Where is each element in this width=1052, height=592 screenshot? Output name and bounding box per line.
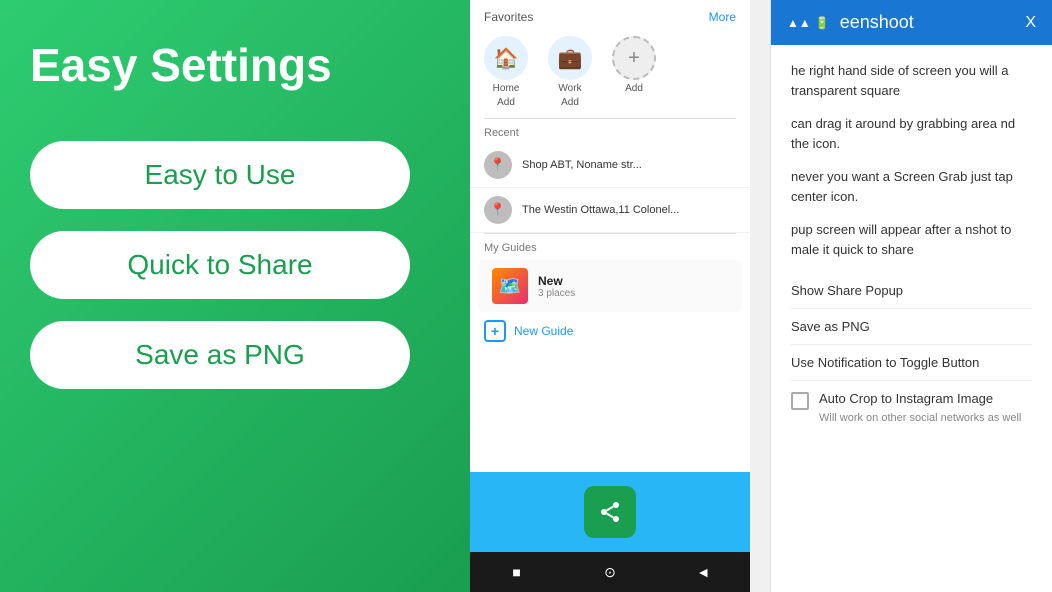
fav-home[interactable]: 🏠 Home Add [484, 36, 528, 108]
desc-3: never you want a Screen Grab just tap ce… [791, 167, 1032, 206]
phone-screen: Favorites More 🏠 Home Add 💼 Work Add + A… [470, 0, 750, 592]
right-title: eenshoot [840, 12, 1016, 33]
option-label-3: Use Notification to Toggle Button [791, 355, 979, 370]
desc-4: pup screen will appear after a nshot to … [791, 220, 1032, 259]
guide-name: New [538, 274, 575, 288]
desc-2: can drag it around by grabbing area nd t… [791, 114, 1032, 153]
nav-square-button[interactable]: ■ [502, 557, 532, 587]
recent-text-1: Shop ABT, Noname str... [522, 159, 642, 171]
right-header: ▲▲ 🔋 eenshoot X [771, 0, 1052, 45]
right-content: he right hand side of screen you will a … [771, 45, 1052, 592]
desc-1: he right hand side of screen you will a … [791, 61, 1032, 100]
recent-item-2[interactable]: 📍 The Westin Ottawa,11 Colonel... [470, 188, 750, 233]
phone-device: Favorites More 🏠 Home Add 💼 Work Add + A… [470, 0, 750, 592]
close-button[interactable]: X [1025, 14, 1036, 32]
option-label-1: Show Share Popup [791, 283, 903, 298]
save-as-png-button[interactable]: Save as PNG [30, 321, 410, 389]
guide-places: 3 places [538, 288, 575, 299]
option-row-2[interactable]: Save as PNG [791, 309, 1032, 345]
home-icon: 🏠 [484, 36, 528, 80]
add-label: Add [625, 83, 643, 94]
new-guide-label: New Guide [514, 324, 573, 338]
checkbox-box[interactable] [791, 392, 809, 410]
nav-back-button[interactable]: ◄ [688, 557, 718, 587]
work-sub: Add [561, 97, 579, 108]
checkbox-label: Auto Crop to Instagram Image [819, 391, 993, 406]
add-icon: + [612, 36, 656, 80]
share-bar [470, 472, 750, 552]
work-icon: 💼 [548, 36, 592, 80]
phone-nav-bar: ■ ⊙ ◄ [470, 552, 750, 592]
recent-item-1[interactable]: 📍 Shop ABT, Noname str... [470, 143, 750, 188]
favorites-label: Favorites [484, 10, 533, 24]
easy-to-use-button[interactable]: Easy to Use [30, 141, 410, 209]
recent-icon-2: 📍 [484, 196, 512, 224]
guide-item[interactable]: 🗺️ New 3 places [478, 260, 742, 312]
status-icons: ▲▲ 🔋 [787, 16, 830, 30]
nav-home-button[interactable]: ⊙ [595, 557, 625, 587]
option-label-2: Save as PNG [791, 319, 870, 334]
app-title: Easy Settings [30, 40, 440, 91]
recent-label: Recent [470, 119, 750, 143]
left-panel: Easy Settings Easy to Use Quick to Share… [0, 0, 470, 592]
favorites-header: Favorites More [470, 0, 750, 30]
fav-work[interactable]: 💼 Work Add [548, 36, 592, 108]
favorites-icons: 🏠 Home Add 💼 Work Add + Add [470, 30, 750, 118]
my-guides-label: My Guides [470, 234, 750, 260]
home-label: Home [493, 83, 520, 94]
new-guide-row[interactable]: + New Guide [470, 312, 750, 350]
fav-add[interactable]: + Add [612, 36, 656, 108]
right-panel: ▲▲ 🔋 eenshoot X he right hand side of sc… [770, 0, 1052, 592]
checkbox-row: Auto Crop to Instagram Image [791, 391, 1032, 410]
wifi-icon: ▲▲ [787, 16, 811, 30]
share-button[interactable] [584, 486, 636, 538]
guide-info: New 3 places [538, 274, 575, 299]
battery-icon: 🔋 [815, 16, 830, 30]
recent-text-2: The Westin Ottawa,11 Colonel... [522, 204, 679, 216]
recent-icon-1: 📍 [484, 151, 512, 179]
home-sub: Add [497, 97, 515, 108]
checkbox-item[interactable]: Auto Crop to Instagram Image Will work o… [791, 381, 1032, 434]
more-button[interactable]: More [709, 10, 736, 24]
middle-panel: Favorites More 🏠 Home Add 💼 Work Add + A… [470, 0, 770, 592]
option-row-1[interactable]: Show Share Popup [791, 273, 1032, 309]
work-label: Work [558, 83, 581, 94]
quick-to-share-button[interactable]: Quick to Share [30, 231, 410, 299]
new-guide-plus-icon: + [484, 320, 506, 342]
option-row-3[interactable]: Use Notification to Toggle Button [791, 345, 1032, 381]
checkbox-sub: Will work on other social networks as we… [819, 412, 1032, 424]
guide-thumb: 🗺️ [492, 268, 528, 304]
